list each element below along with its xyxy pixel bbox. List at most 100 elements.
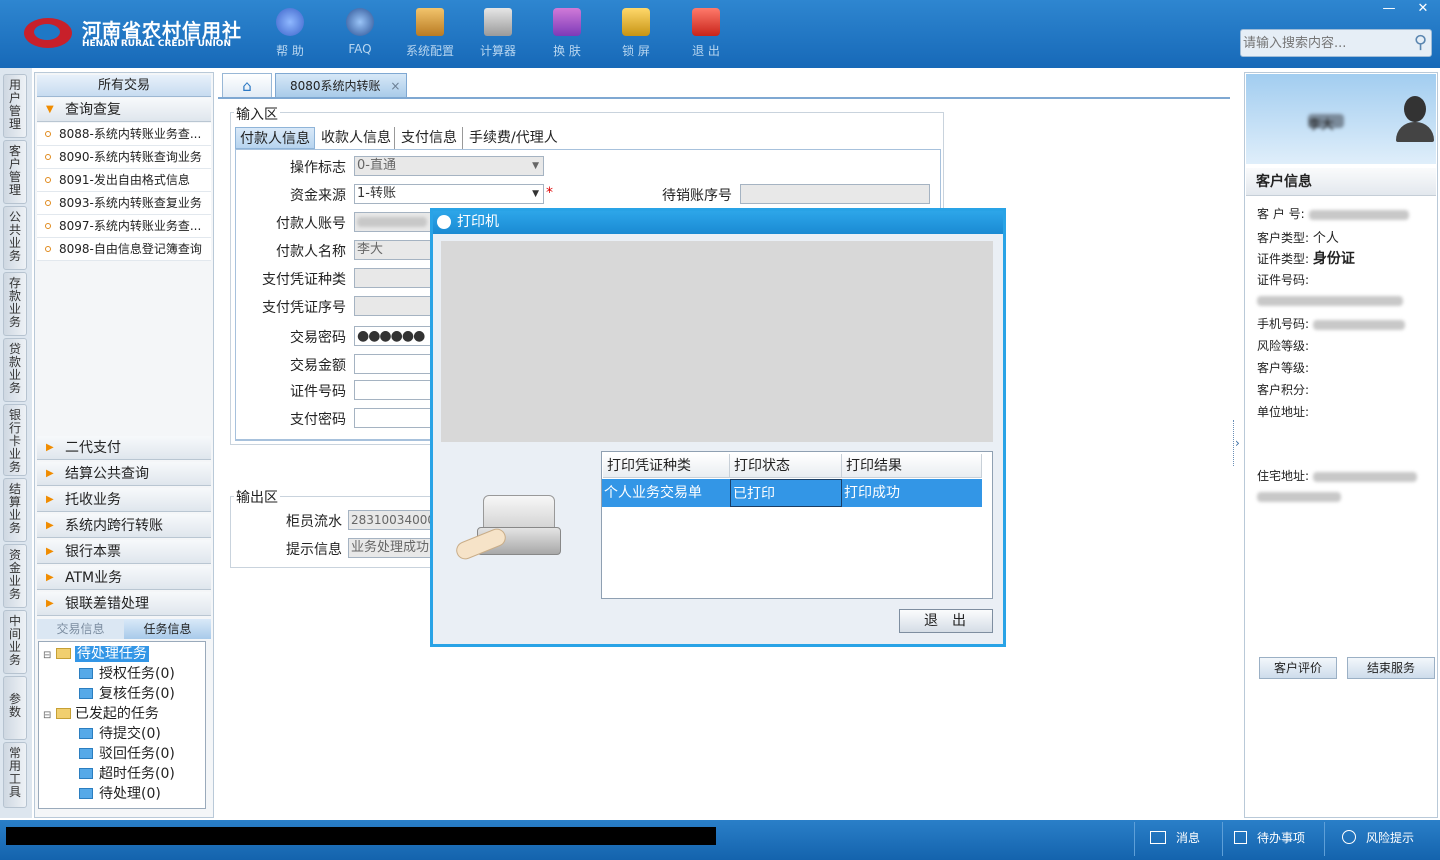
lock-button[interactable]: 锁 屏: [606, 8, 666, 59]
home-address-cont: [1257, 489, 1341, 503]
customer-name: 李大: [1308, 114, 1344, 133]
required-mark: *: [546, 185, 553, 201]
tree-node-initiated[interactable]: ⊟ 已发起的任务: [43, 704, 159, 724]
todo-button[interactable]: 待办事项: [1234, 829, 1305, 846]
module-tab-card[interactable]: 银行卡业务: [3, 404, 27, 476]
calculator-button[interactable]: 计算器: [468, 8, 528, 59]
faq-button[interactable]: FAQ: [330, 8, 390, 56]
payer-account-input[interactable]: [354, 212, 434, 232]
risk-alert-button[interactable]: 风险提示: [1342, 829, 1414, 846]
module-tab-settlement[interactable]: 结算业务: [3, 478, 27, 542]
nav-item-8091[interactable]: 8091-发出自由格式信息: [37, 169, 211, 192]
module-tab-loan[interactable]: 贷款业务: [3, 338, 27, 402]
search-input[interactable]: [1243, 33, 1403, 53]
collapse-icon[interactable]: ⊟: [43, 650, 51, 661]
nav-item-8093[interactable]: 8093-系统内转账查复业务: [37, 192, 211, 215]
dialog-title-bar[interactable]: 打印机: [433, 211, 1003, 234]
cell-print-status[interactable]: 已打印: [730, 479, 842, 507]
triangle-right-icon: ▶: [46, 598, 54, 609]
collapse-icon[interactable]: ⊟: [43, 710, 51, 721]
cell-print-result[interactable]: 打印成功: [842, 479, 982, 507]
nav-item-label: 8097-系统内转账业务查...: [59, 219, 202, 233]
tab-task-info[interactable]: 任务信息: [124, 619, 211, 639]
tree-node-timeout[interactable]: 超时任务(0): [79, 764, 175, 784]
label-pending-no: 待销账序号: [662, 188, 732, 204]
collapse-right-panel[interactable]: ›: [1233, 420, 1241, 466]
module-tab-funds[interactable]: 资金业务: [3, 544, 27, 608]
module-tab-public[interactable]: 公共业务: [3, 206, 27, 270]
module-tab-tools[interactable]: 常用工具: [3, 742, 27, 808]
nav-group-settlement-query[interactable]: ▶ 结算公共查询: [37, 462, 211, 486]
label-trans-password: 交易密码: [290, 330, 346, 346]
tree-node-rejected[interactable]: 驳回任务(0): [79, 744, 175, 764]
label-voucher-type: 支付凭证种类: [262, 272, 346, 288]
nav-group-query[interactable]: ▼ 查询查复: [37, 98, 211, 122]
tab-payment-info[interactable]: 支付信息: [401, 127, 463, 149]
nav-group-unionpay[interactable]: ▶ 银联差错处理: [37, 592, 211, 616]
nav-group-interbank[interactable]: ▶ 系统内跨行转账: [37, 514, 211, 538]
close-tab-icon[interactable]: ×: [390, 79, 400, 93]
power-icon: [692, 8, 720, 36]
tab-payer-info[interactable]: 付款人信息: [235, 127, 315, 149]
module-tab-deposit[interactable]: 存款业务: [3, 272, 27, 336]
fund-source-select[interactable]: 1-转账 ▼: [354, 184, 544, 204]
col-print-result[interactable]: 打印结果: [842, 454, 982, 478]
tree-node-auth[interactable]: 授权任务(0): [79, 664, 175, 684]
op-flag-select[interactable]: 0-直通 ▼: [354, 156, 544, 176]
module-tab-params[interactable]: 参数: [3, 676, 27, 740]
nav-item-8097[interactable]: 8097-系统内转账业务查...: [37, 215, 211, 238]
end-service-button[interactable]: 结束服务: [1347, 657, 1435, 679]
op-flag-value: 0-直通: [357, 158, 396, 173]
nav-item-8090[interactable]: 8090-系统内转账查询业务: [37, 146, 211, 169]
search-icon[interactable]: ⚲: [1414, 32, 1427, 53]
exit-app-button[interactable]: 退 出: [676, 8, 736, 59]
nav-title[interactable]: 所有交易: [37, 75, 211, 97]
module-tab-user[interactable]: 用户管理: [3, 74, 27, 138]
pending-no-input[interactable]: [740, 184, 930, 204]
nav-group-atm[interactable]: ▶ ATM业务: [37, 566, 211, 590]
masked-value: [1312, 319, 1405, 330]
toolbox-icon: [416, 8, 444, 36]
payer-name-input[interactable]: 李大: [354, 240, 434, 260]
tab-fee-agent[interactable]: 手续费/代理人: [469, 127, 569, 149]
help-button[interactable]: 帮 助: [260, 8, 320, 59]
col-print-status[interactable]: 打印状态: [730, 454, 842, 478]
tree-node-pending[interactable]: ⊟ 待处理任务: [43, 644, 149, 664]
voucher-type-input[interactable]: [354, 268, 434, 288]
skin-button[interactable]: 换 肤: [537, 8, 597, 59]
file-icon: [79, 768, 93, 779]
module-tab-intermediary[interactable]: 中间业务: [3, 610, 27, 674]
tree-label: 超时任务(0): [99, 766, 175, 782]
amount-input[interactable]: [354, 354, 434, 374]
col-voucher-type[interactable]: 打印凭证种类: [603, 454, 730, 478]
transaction-nav: 所有交易 ▼ 查询查复 8088-系统内转账业务查... 8090-系统内转账查询…: [34, 72, 214, 818]
nav-group-payment[interactable]: ▶ 二代支付: [37, 436, 211, 460]
question-icon: [346, 8, 374, 36]
cert-no-input[interactable]: [354, 380, 434, 400]
nav-item-8088[interactable]: 8088-系统内转账业务查...: [37, 123, 211, 146]
nav-item-label: 8093-系统内转账查复业务: [59, 196, 202, 210]
module-tab-customer[interactable]: 客户管理: [3, 140, 27, 204]
cell-voucher-type[interactable]: 个人业务交易单: [602, 479, 730, 507]
tree-node-review[interactable]: 复核任务(0): [79, 684, 175, 704]
close-window-button[interactable]: ✕: [1406, 0, 1440, 18]
tab-payee-info[interactable]: 收款人信息: [321, 127, 395, 149]
tree-node-to-submit[interactable]: 待提交(0): [79, 724, 161, 744]
dialog-exit-button[interactable]: 退出: [899, 609, 993, 633]
messages-button[interactable]: 消息: [1150, 829, 1200, 846]
config-button[interactable]: 系统配置: [400, 8, 460, 59]
value: 个人: [1312, 231, 1339, 246]
tab-home[interactable]: ⌂: [222, 73, 272, 97]
voucher-no-input[interactable]: [354, 296, 434, 316]
pay-password-input[interactable]: [354, 408, 434, 428]
nav-group-collection[interactable]: ▶ 托收业务: [37, 488, 211, 512]
tab-8080-transfer[interactable]: 8080系统内转账 ×: [275, 73, 407, 97]
trans-password-input[interactable]: ●●●●●●: [354, 326, 434, 346]
lock-icon: [622, 8, 650, 36]
nav-item-8098[interactable]: 8098-自由信息登记簿查询: [37, 238, 211, 261]
tree-node-to-process[interactable]: 待处理(0): [79, 784, 161, 804]
minimize-button[interactable]: —: [1372, 0, 1406, 18]
tab-transaction-info[interactable]: 交易信息: [37, 619, 124, 639]
customer-eval-button[interactable]: 客户评价: [1259, 657, 1337, 679]
nav-group-cashier-check[interactable]: ▶ 银行本票: [37, 540, 211, 564]
